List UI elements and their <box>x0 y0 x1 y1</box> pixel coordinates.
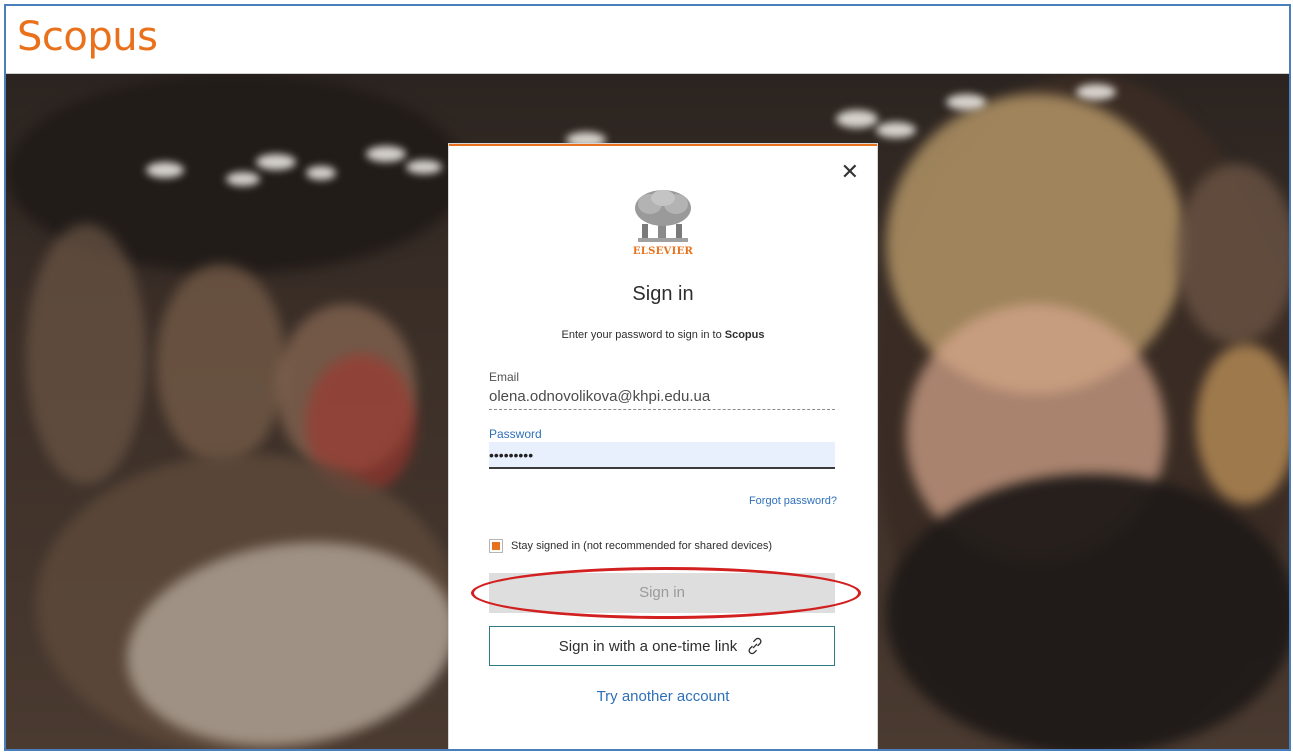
dialog-title: Sign in <box>632 283 694 305</box>
subtitle-brand: Scopus <box>724 329 765 341</box>
try-another-account-link[interactable]: Try another account <box>449 688 877 705</box>
browser-frame: Scopus ✕ ELSEVIER Sign in Enter your pas… <box>4 4 1291 751</box>
password-label: Password <box>489 427 542 441</box>
elsevier-wordmark: ELSEVIER <box>632 246 694 257</box>
elsevier-logo: ELSEVIER <box>628 186 698 260</box>
close-icon[interactable]: ✕ <box>841 162 859 184</box>
email-label: Email <box>489 370 520 384</box>
one-time-link-label: Sign in with a one-time link <box>558 637 738 655</box>
forgot-password-link[interactable]: Forgot password? <box>749 495 837 507</box>
scopus-logo[interactable]: Scopus <box>17 14 158 60</box>
highlight-ellipse <box>471 567 861 619</box>
stay-signed-in-label: Stay signed in (not recommended for shar… <box>511 540 773 552</box>
stay-signed-in[interactable]: Stay signed in (not recommended for shar… <box>489 539 772 553</box>
checkbox-icon[interactable] <box>489 539 503 553</box>
link-icon <box>748 637 762 655</box>
dialog-subtitle: Enter your password to sign in to Scopus <box>449 329 877 341</box>
email-field[interactable]: olena.odnovolikova@khpi.edu.ua <box>489 386 835 410</box>
subtitle-text: Enter your password to sign in to <box>561 329 725 341</box>
sign-in-dialog: ✕ ELSEVIER Sign in Enter your password t… <box>449 144 877 749</box>
elsevier-tree-icon <box>635 190 691 242</box>
top-bar: Scopus <box>6 6 1289 74</box>
one-time-link-button[interactable]: Sign in with a one-time link <box>489 626 835 666</box>
password-input[interactable] <box>489 442 835 469</box>
